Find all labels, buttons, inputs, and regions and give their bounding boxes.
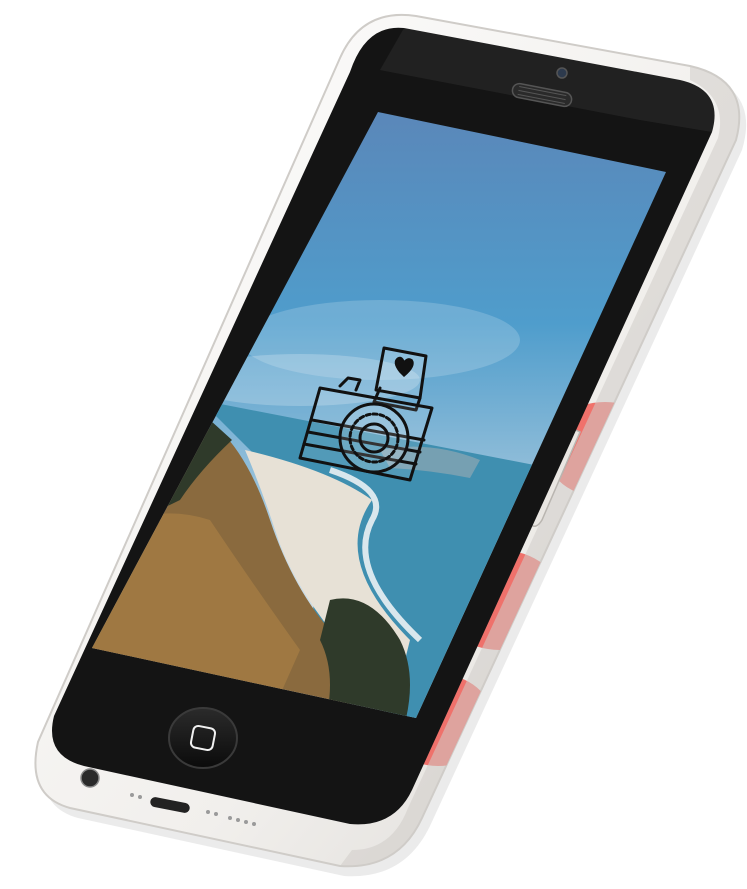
home-button[interactable]: [168, 707, 238, 769]
front-camera-icon: [556, 67, 568, 79]
phone-photo: [0, 0, 747, 889]
headphone-jack: [80, 768, 100, 788]
